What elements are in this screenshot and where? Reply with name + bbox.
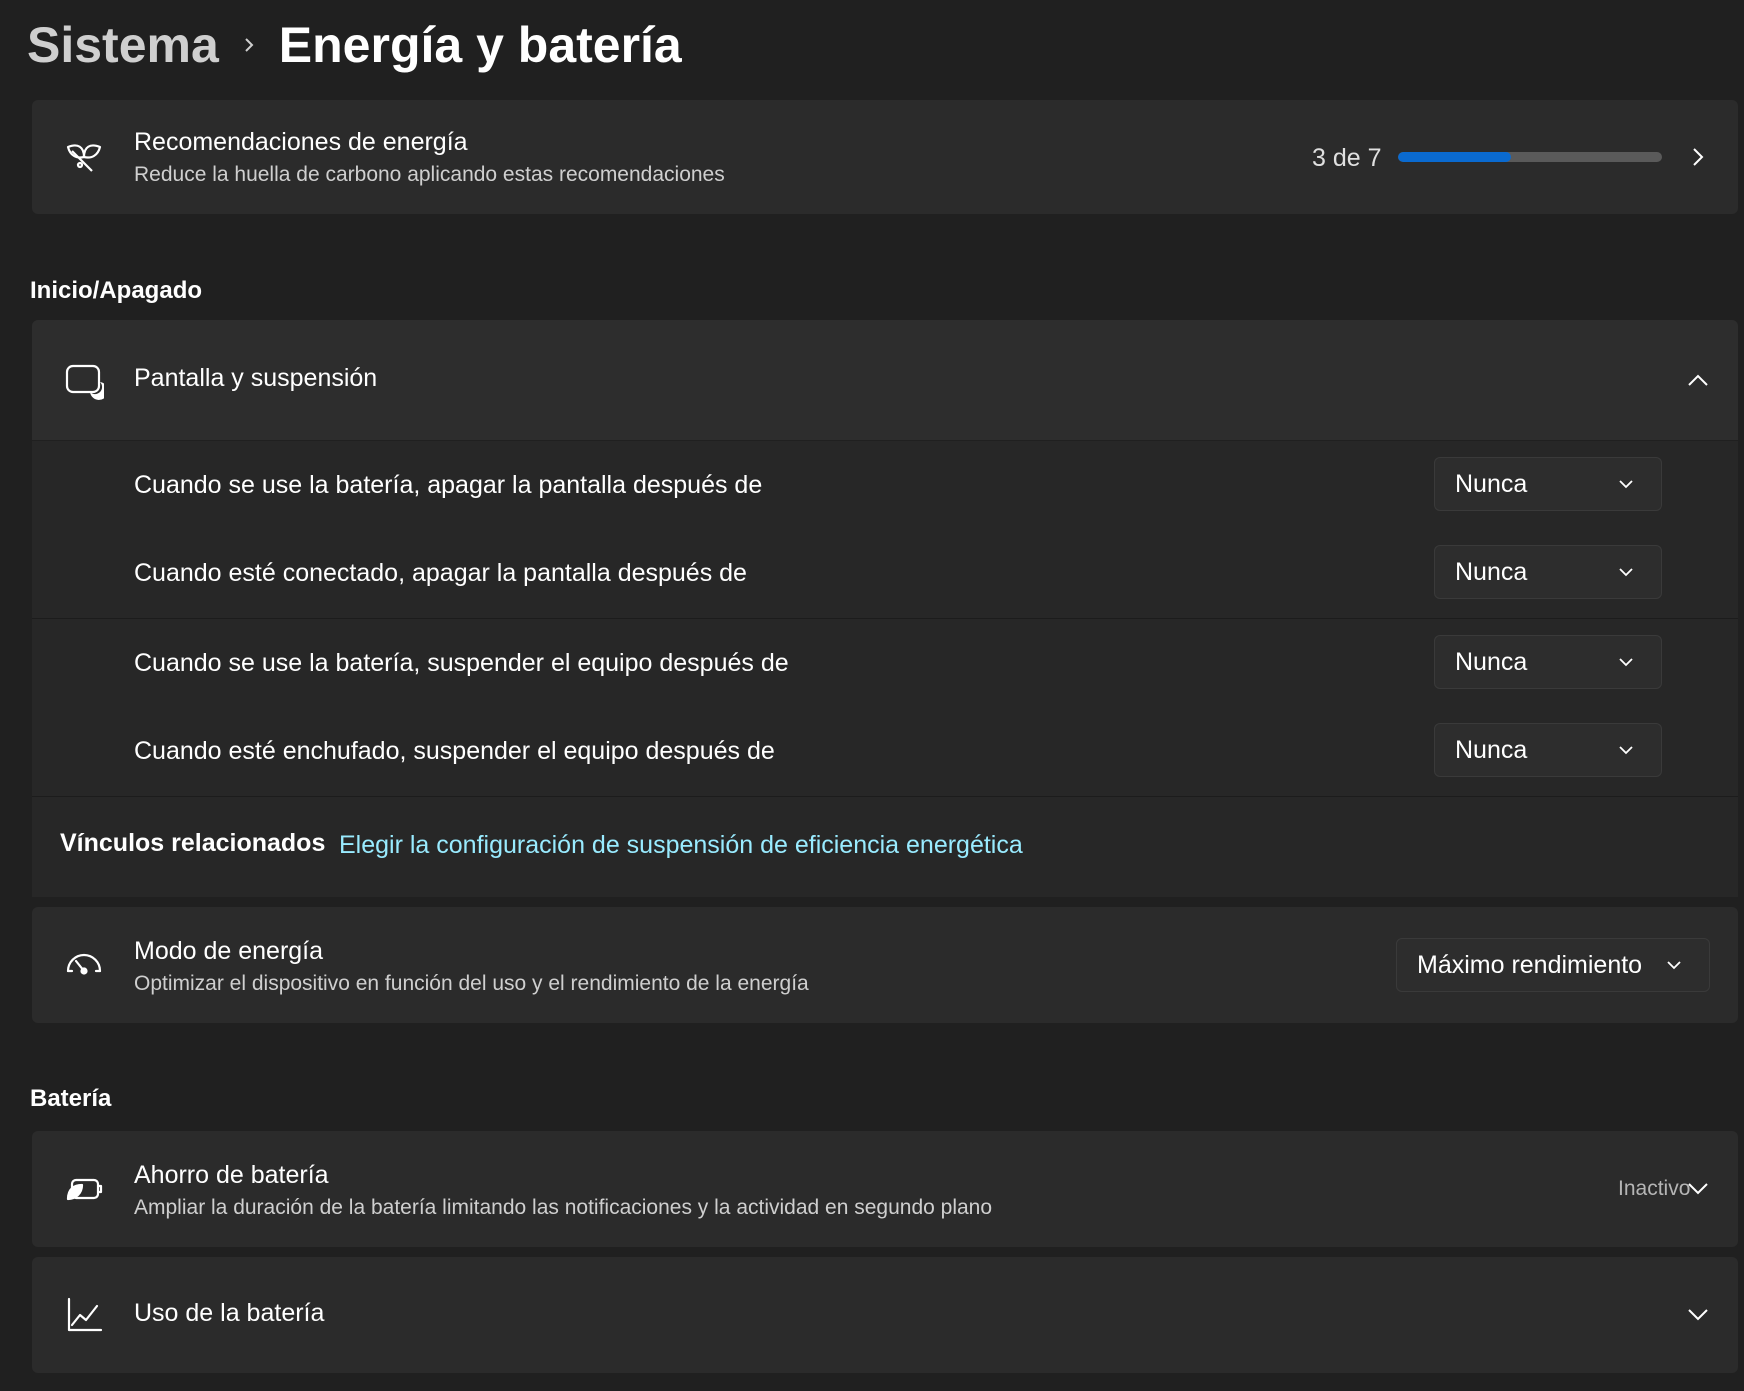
chevron-down-icon — [1619, 568, 1633, 577]
divider — [32, 796, 1738, 797]
battery-sleep-dropdown[interactable]: Nunca — [1434, 635, 1662, 689]
recommendations-subtitle: Reduce la huella de carbono aplicando es… — [134, 163, 725, 186]
recommendations-progress-text: 3 de 7 — [1312, 144, 1382, 172]
progress-fill — [1398, 152, 1511, 162]
setting-label: Cuando se use la batería, suspender el e… — [134, 649, 789, 677]
gauge-icon — [60, 941, 108, 989]
section-battery: Batería — [30, 1085, 112, 1112]
chevron-down-icon[interactable] — [1682, 1173, 1714, 1205]
dropdown-value: Máximo rendimiento — [1417, 950, 1643, 979]
chevron-down-icon[interactable] — [1682, 1299, 1714, 1331]
breadcrumb: Sistema Energía y batería — [27, 10, 682, 80]
dropdown-value: Nunca — [1455, 647, 1528, 676]
power-mode-title: Modo de energía — [134, 937, 324, 965]
chevron-down-icon — [1667, 961, 1681, 970]
battery-usage-title: Uso de la batería — [134, 1299, 325, 1327]
dropdown-value: Nunca — [1455, 557, 1528, 586]
dropdown-value: Nunca — [1455, 735, 1528, 764]
setting-label: Cuando esté enchufado, suspender el equi… — [134, 737, 775, 765]
battery-saver-status: Inactivo — [1618, 1177, 1691, 1200]
screen-sleep-icon — [60, 356, 108, 404]
chart-icon — [60, 1291, 108, 1339]
energy-recommendations-card[interactable]: Recomendaciones de energía Reduce la hue… — [32, 100, 1738, 214]
dropdown-value: Nunca — [1455, 469, 1528, 498]
chevron-down-icon — [1619, 480, 1633, 489]
section-power: Inicio/Apagado — [30, 277, 203, 304]
chevron-up-icon[interactable] — [1682, 364, 1714, 396]
plugged-sleep-dropdown[interactable]: Nunca — [1434, 723, 1662, 777]
related-links-label: Vínculos relacionados — [60, 829, 326, 857]
screen-sleep-title: Pantalla y suspensión — [134, 364, 378, 392]
chevron-right-icon[interactable] — [1682, 141, 1714, 173]
screen-sleep-settings: Cuando se use la batería, apagar la pant… — [32, 441, 1738, 897]
power-mode-dropdown[interactable]: Máximo rendimiento — [1396, 938, 1710, 992]
leaf-icon — [60, 133, 108, 181]
battery-saver-card[interactable]: Ahorro de batería Ampliar la duración de… — [32, 1131, 1738, 1247]
page-title: Energía y batería — [278, 17, 682, 73]
recommendations-title: Recomendaciones de energía — [134, 128, 468, 156]
screen-sleep-header[interactable]: Pantalla y suspensión — [32, 320, 1738, 440]
battery-screen-off-dropdown[interactable]: Nunca — [1434, 457, 1662, 511]
setting-label: Cuando esté conectado, apagar la pantall… — [134, 559, 747, 587]
setting-label: Cuando se use la batería, apagar la pant… — [134, 471, 763, 499]
chevron-down-icon — [1619, 658, 1633, 667]
battery-saver-icon — [60, 1165, 108, 1213]
power-mode-subtitle: Optimizar el dispositivo en función del … — [134, 972, 809, 995]
battery-saver-title: Ahorro de batería — [134, 1161, 329, 1189]
chevron-right-icon — [219, 36, 279, 54]
recommendations-progress-bar — [1398, 152, 1662, 162]
battery-usage-card[interactable]: Uso de la batería — [32, 1257, 1738, 1373]
breadcrumb-parent[interactable]: Sistema — [27, 16, 219, 74]
chevron-down-icon — [1619, 746, 1633, 755]
power-mode-card: Modo de energía Optimizar el dispositivo… — [32, 907, 1738, 1023]
plugged-screen-off-dropdown[interactable]: Nunca — [1434, 545, 1662, 599]
efficiency-sleep-link[interactable]: Elegir la configuración de suspensión de… — [339, 831, 1023, 860]
battery-saver-subtitle: Ampliar la duración de la batería limita… — [134, 1196, 993, 1219]
divider — [32, 618, 1738, 619]
